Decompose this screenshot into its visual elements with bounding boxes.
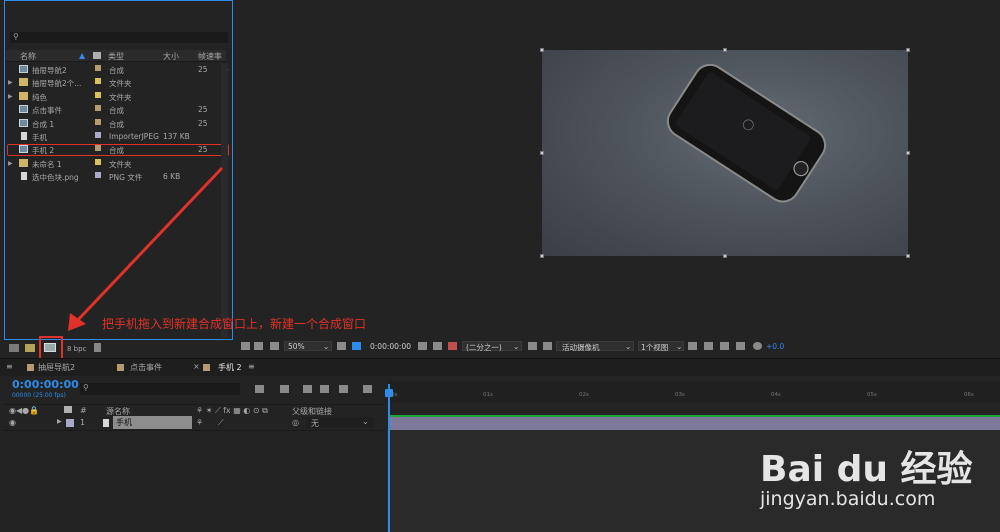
transparency-grid-icon[interactable]: [543, 342, 552, 350]
tab-color-swatch: [117, 364, 124, 371]
current-time-display[interactable]: 0:00:00:00: [12, 378, 79, 391]
tab-color-swatch: [203, 364, 210, 371]
always-preview-icon[interactable]: [241, 342, 250, 350]
timeline-search-input[interactable]: ⚲: [80, 383, 240, 395]
snapshot-icon[interactable]: [418, 342, 427, 350]
layer-label-swatch[interactable]: [66, 419, 74, 427]
views-dropdown[interactable]: 1个视图 ⌄: [638, 341, 684, 352]
mask-visibility-icon[interactable]: [352, 342, 361, 350]
shy-switch-icon[interactable]: ⚘: [196, 418, 203, 427]
fast-previews-icon[interactable]: [704, 342, 713, 350]
footage-file-icon: [103, 419, 109, 427]
comp-flowchart-icon[interactable]: [736, 342, 745, 350]
chevron-down-icon: ⌄: [362, 417, 369, 426]
tab-color-swatch: [27, 364, 34, 371]
draft-3d-icon[interactable]: [280, 385, 289, 393]
timeline-layer-row[interactable]: ◉ ▶ 1 手机 ⚘ ⟋ ◎ 无 ⌄: [4, 416, 384, 431]
toggle-pixel-aspect-icon[interactable]: [688, 342, 697, 350]
tab-drawer-nav[interactable]: 抽屉导航2: [38, 362, 75, 373]
tab-click-event[interactable]: 点击事件: [130, 362, 162, 373]
timeline-tab-bar: ≡ 抽屉导航2 点击事件 × 手机 2 ≡: [0, 358, 1000, 376]
ruler-tick-label: 05s: [867, 392, 877, 398]
graph-editor-icon[interactable]: [363, 385, 372, 393]
chevron-down-icon: ⌄: [676, 342, 683, 351]
expand-triangle-icon[interactable]: ▶: [57, 418, 62, 425]
comp-mini-flowchart-icon[interactable]: [255, 385, 264, 393]
close-icon[interactable]: ≡: [6, 362, 13, 371]
current-time-indicator[interactable]: [388, 384, 390, 532]
transform-handle[interactable]: [540, 151, 544, 155]
transform-handle[interactable]: [906, 254, 910, 258]
resolution-dropdown[interactable]: (二分之一) ⌄: [462, 341, 522, 352]
viewer-toolbar: 50% ⌄ 0:00:00:00 (二分之一) ⌄ 活动摄像机 ⌄ 1个视图 ⌄…: [236, 339, 1000, 353]
ruler-tick-label: 01s: [483, 392, 493, 398]
exposure-value[interactable]: +0.0: [766, 342, 784, 351]
quality-switch-icon[interactable]: ⟋: [218, 418, 224, 428]
frame-rate-display: 00000 (25.00 fps): [12, 392, 66, 399]
ruler-tick-label: 04s: [771, 392, 781, 398]
color-channel-icon[interactable]: [448, 342, 457, 350]
layer-number-header: #: [80, 406, 87, 415]
shy-layers-icon[interactable]: [303, 385, 312, 393]
chevron-down-icon: ⌄: [625, 342, 632, 351]
show-snapshot-icon[interactable]: [433, 342, 442, 350]
iphone-image: [666, 63, 827, 203]
frame-blending-icon[interactable]: [320, 385, 329, 393]
search-icon: ⚲: [83, 383, 89, 392]
layer-index: 1: [80, 418, 86, 427]
cti-head-icon[interactable]: [385, 389, 393, 397]
display-icon[interactable]: [254, 342, 263, 350]
annotation-text: 把手机拖入到新建合成窗口上，新建一个合成窗口: [102, 317, 367, 331]
chevron-down-icon: ⌄: [513, 342, 520, 351]
transform-handle[interactable]: [906, 48, 910, 52]
transform-handle[interactable]: [723, 48, 727, 52]
baidu-watermark-logo: Bai du 经验: [760, 449, 973, 490]
close-icon[interactable]: ×: [193, 362, 200, 371]
transform-handle[interactable]: [723, 254, 727, 258]
transform-handle[interactable]: [540, 48, 544, 52]
chevron-down-icon: ⌄: [323, 342, 330, 351]
timeline-icon[interactable]: [720, 342, 729, 350]
zoom-dropdown[interactable]: 50% ⌄: [284, 341, 332, 351]
layer-name[interactable]: 手机: [113, 416, 192, 429]
transform-handle[interactable]: [540, 254, 544, 258]
av-features-icon[interactable]: ◉◀︎●🔒: [9, 406, 39, 415]
time-ruler[interactable]: 0s 01s 02s 03s 04s 05s 06s: [387, 381, 1000, 403]
tab-menu-icon[interactable]: ≡: [248, 362, 255, 371]
composition-preview-image[interactable]: [542, 50, 908, 256]
viewer-timecode[interactable]: 0:00:00:00: [370, 342, 411, 351]
reset-exposure-icon[interactable]: [753, 342, 762, 350]
ruler-tick-label: 03s: [675, 392, 685, 398]
vr-glasses-icon[interactable]: [270, 342, 279, 350]
parent-dropdown[interactable]: 无 ⌄: [306, 417, 374, 428]
ruler-tick-label: 06s: [964, 392, 974, 398]
transform-handle[interactable]: [906, 151, 910, 155]
layer-duration-bar[interactable]: [389, 415, 1000, 430]
eye-icon[interactable]: ◉: [9, 418, 16, 427]
baidu-watermark-url: jingyan.baidu.com: [760, 488, 936, 510]
switches-icon[interactable]: ⚘ ✶ ⟋ fx ▦ ◐ ⊙ ⧉: [196, 406, 268, 416]
ruler-tick-label: 02s: [579, 392, 589, 398]
safe-margins-icon[interactable]: [337, 342, 346, 350]
region-of-interest-icon[interactable]: [528, 342, 537, 350]
camera-dropdown[interactable]: 活动摄像机 ⌄: [556, 341, 634, 352]
motion-blur-icon[interactable]: [339, 385, 348, 393]
pickwhip-icon[interactable]: ◎: [292, 418, 299, 427]
label-tag-icon[interactable]: [64, 406, 72, 413]
tab-phone-2[interactable]: 手机 2: [218, 362, 242, 373]
